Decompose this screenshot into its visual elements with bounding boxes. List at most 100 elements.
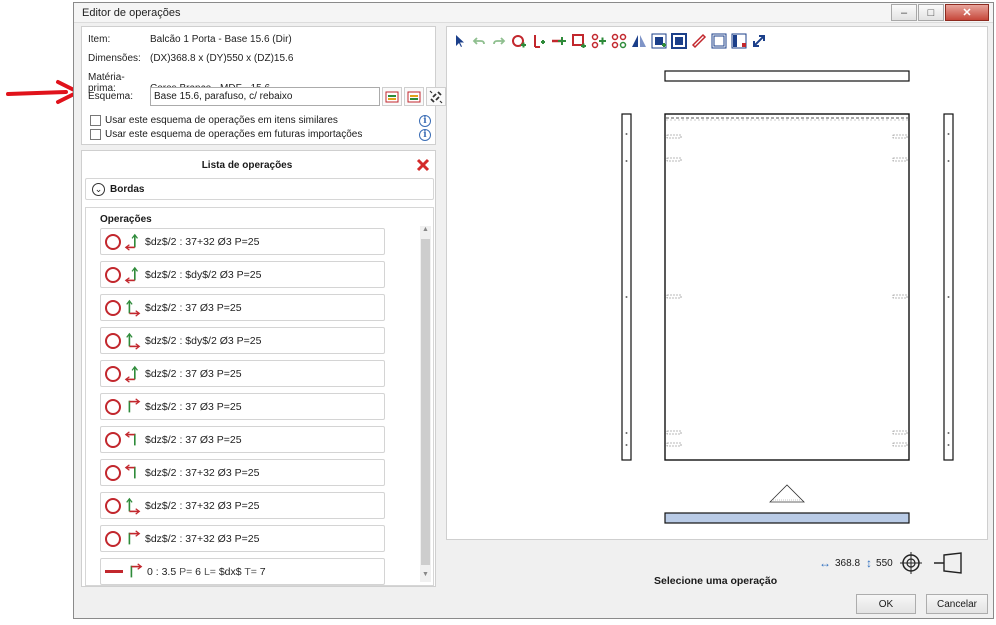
- operation-label: $dz$/2 : $dy$/2 Ø3 P=25: [145, 268, 262, 281]
- drill-hole-icon: [105, 530, 121, 547]
- drill-hole-icon: [105, 398, 121, 415]
- drill-hole-icon: [105, 266, 121, 283]
- cancel-button[interactable]: Cancelar: [926, 594, 988, 614]
- similar-items-label: Usar este esquema de operações em itens …: [105, 115, 338, 126]
- vertical-dim-icon: ↕: [866, 556, 873, 570]
- left-edge-view: [621, 113, 632, 461]
- perspective-view-icon[interactable]: [931, 551, 963, 575]
- operation-item[interactable]: $dz$/2 : 37+32 Ø3 P=25: [100, 525, 385, 552]
- schema-row: Esquema:: [88, 91, 150, 102]
- operation-item[interactable]: $dz$/2 : 37 Ø3 P=25: [100, 393, 385, 420]
- item-info-panel: Item: Balcão 1 Porta - Base 15.6 (Dir) Di…: [81, 26, 446, 145]
- maximize-button[interactable]: □: [918, 4, 944, 21]
- future-imports-label: Usar este esquema de operações em futura…: [105, 129, 363, 140]
- drill-hole-icon: [105, 332, 121, 349]
- bottom-edge-view: [664, 512, 910, 524]
- axis-orientation-icon: [128, 397, 141, 412]
- scroll-down-icon[interactable]: ▼: [420, 571, 431, 582]
- main-panel-face: [664, 113, 910, 461]
- schema-label: Esquema:: [88, 91, 134, 102]
- schema-edit-button[interactable]: [382, 87, 402, 106]
- groove-t-label: T=: [241, 565, 257, 578]
- dimensions-value: (DX)368.8 x (DY)550 x (DZ)15.6: [150, 53, 294, 64]
- operation-label: $dz$/2 : 37+32 Ø3 P=25: [145, 532, 260, 545]
- panel-drawing: [621, 70, 954, 524]
- operation-label: $dz$/2 : 37+32 Ø3 P=25: [145, 466, 260, 479]
- close-list-icon[interactable]: [415, 157, 431, 173]
- drill-hole-icon: [105, 431, 121, 448]
- groove-icon: [105, 570, 123, 573]
- checkbox-box[interactable]: [90, 115, 101, 126]
- annotation-arrow-icon: [6, 80, 80, 104]
- schema-edit-icon: [385, 91, 399, 102]
- operations-scrollbar[interactable]: ▲ ▼: [420, 226, 431, 582]
- operation-label: $dz$/2 : 37+32 Ø3 P=25: [145, 499, 260, 512]
- groove-l-value: $dx$: [215, 565, 242, 578]
- groove-operation-item[interactable]: 0 : 3.5 P= 6 L= $dx$ T= 7: [100, 558, 385, 585]
- bordas-section-header[interactable]: ⌄ Bordas: [85, 178, 434, 200]
- similar-items-checkbox[interactable]: Usar este esquema de operações em itens …: [90, 115, 338, 126]
- operations-editor-window: Editor de operações – □ ✕ Item: Balcão 1 …: [73, 2, 994, 619]
- item-row: Item: Balcão 1 Porta - Base 15.6 (Dir): [88, 34, 292, 45]
- schema-unlink-button[interactable]: [426, 87, 446, 106]
- horizontal-dim-icon: ↔: [819, 556, 831, 570]
- scroll-thumb[interactable]: [421, 239, 430, 565]
- item-value: Balcão 1 Porta - Base 15.6 (Dir): [150, 34, 292, 45]
- drill-hole-icon: [105, 299, 121, 316]
- operations-list-panel: Lista de operações ⌄ Bordas Operações $d…: [81, 150, 436, 587]
- schema-new-icon: [407, 91, 421, 102]
- minimize-button[interactable]: –: [891, 4, 917, 21]
- dimensions-row: Dimensões: (DX)368.8 x (DY)550 x (DZ)15.6: [88, 53, 293, 64]
- axis-orientation-icon: [126, 497, 141, 515]
- operation-item[interactable]: $dz$/2 : 37+32 Ø3 P=25: [100, 492, 385, 519]
- operation-item[interactable]: $dz$/2 : 37 Ø3 P=25: [100, 294, 385, 321]
- bordas-label: Bordas: [110, 184, 145, 195]
- schema-new-button[interactable]: [404, 87, 424, 106]
- axis-orientation-icon: [126, 332, 141, 350]
- axis-orientation-icon: [124, 266, 139, 284]
- groove-p-label: P=: [179, 565, 193, 578]
- target-icon[interactable]: [899, 551, 923, 575]
- checkbox-box[interactable]: [90, 129, 101, 140]
- operation-item[interactable]: $dz$/2 : 37 Ø3 P=25: [100, 426, 385, 453]
- groove-p-value: 6: [192, 565, 202, 578]
- item-label: Item:: [88, 34, 111, 45]
- ok-button[interactable]: OK: [856, 594, 916, 614]
- operation-item[interactable]: $dz$/2 : 37+32 Ø3 P=25: [100, 459, 385, 486]
- right-edge-view: [943, 113, 954, 461]
- drill-hole-icon: [105, 233, 121, 250]
- title-bar: Editor de operações – □ ✕: [74, 3, 993, 23]
- dx-value: 368.8: [835, 557, 861, 569]
- operation-item[interactable]: $dz$/2 : 37 Ø3 P=25: [100, 360, 385, 387]
- axis-orientation-icon: [124, 233, 139, 251]
- operation-label: $dz$/2 : $dy$/2 Ø3 P=25: [145, 334, 262, 347]
- close-window-button[interactable]: ✕: [945, 4, 989, 21]
- operation-item[interactable]: $dz$/2 : $dy$/2 Ø3 P=25: [100, 261, 385, 288]
- groove-t-value: 7: [256, 565, 266, 578]
- drawing-canvas[interactable]: [446, 26, 988, 540]
- dimension-readout: ↔ 368.8 ↕ 550: [819, 551, 963, 575]
- operation-label: $dz$/2 : 37 Ø3 P=25: [145, 301, 242, 314]
- list-title: Lista de operações: [201, 160, 293, 171]
- groove-l-label: L=: [201, 565, 216, 578]
- info-icon[interactable]: i: [419, 115, 431, 127]
- schema-field[interactable]: Base 15.6, parafuso, c/ rebaixo: [150, 87, 380, 106]
- operation-item[interactable]: $dz$/2 : $dy$/2 Ø3 P=25: [100, 327, 385, 354]
- axis-orientation-icon: [124, 463, 136, 478]
- schema-actions: [382, 87, 446, 106]
- drill-hole-icon: [105, 497, 121, 514]
- future-imports-checkbox[interactable]: Usar este esquema de operações em futura…: [90, 129, 362, 140]
- dimensions-label: Dimensões:: [88, 53, 141, 64]
- operations-header: Operações: [100, 214, 152, 225]
- window-title: Editor de operações: [82, 7, 181, 19]
- info-icon[interactable]: i: [419, 129, 431, 141]
- scroll-up-icon[interactable]: ▲: [420, 226, 431, 237]
- top-edge-view: [664, 70, 910, 82]
- axis-orientation-icon: [126, 299, 141, 317]
- drill-hole-icon: [105, 464, 121, 481]
- operations-box: Operações $dz$/2 : 37+32 Ø3 P=25 $dz$/2 :…: [85, 207, 434, 586]
- operation-label: $dz$/2 : 37 Ø3 P=25: [145, 400, 242, 413]
- status-message: Selecione uma operação: [654, 575, 778, 587]
- dy-value: 550: [876, 557, 893, 569]
- operation-item[interactable]: $dz$/2 : 37+32 Ø3 P=25: [100, 228, 385, 255]
